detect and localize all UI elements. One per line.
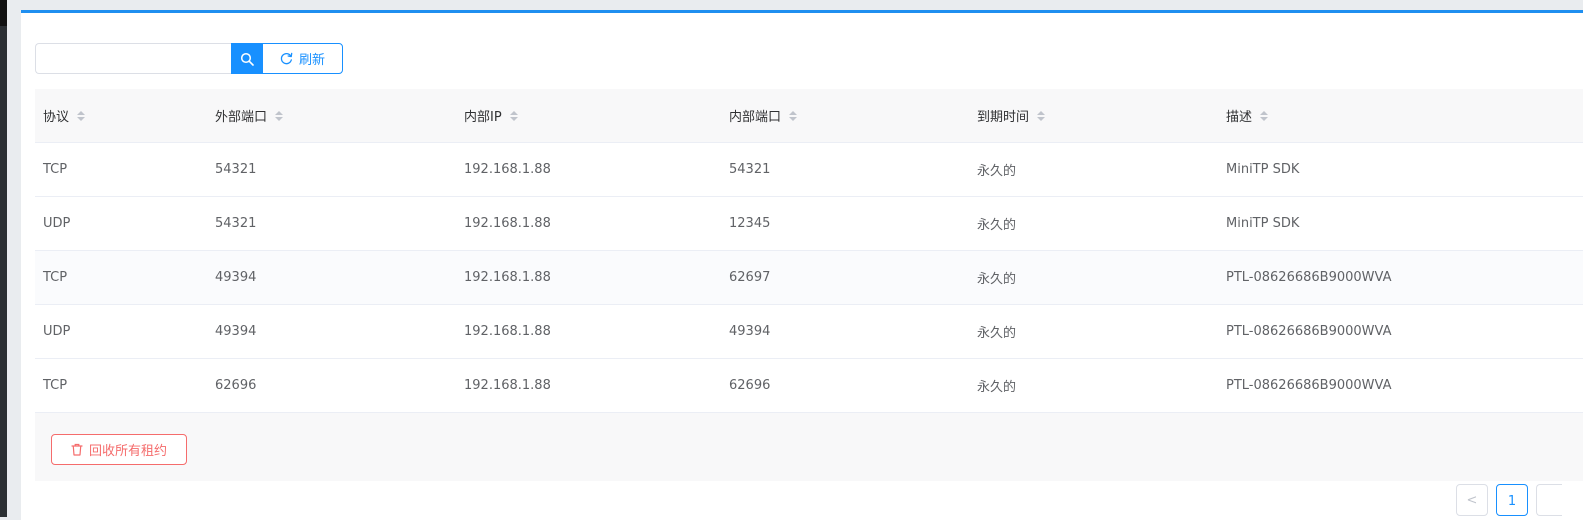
refresh-button[interactable]: 刷新 bbox=[262, 43, 343, 74]
sort-icon[interactable] bbox=[789, 110, 798, 121]
pagination-prev-button[interactable]: < bbox=[1456, 484, 1488, 516]
cell-protocol: TCP bbox=[43, 378, 68, 393]
cell-external-port: 54321 bbox=[215, 162, 257, 177]
port-mapping-table: 协议 外部端口 内部IP 内部端口 到期时间 描述 TCP 54321 192.… bbox=[35, 89, 1583, 413]
cell-external-port: 62696 bbox=[215, 378, 257, 393]
cell-protocol: TCP bbox=[43, 270, 68, 285]
cell-description: MiniTP SDK bbox=[1226, 162, 1300, 177]
cell-internal-port: 62697 bbox=[729, 270, 771, 285]
trash-icon bbox=[71, 443, 83, 456]
sort-icon[interactable] bbox=[509, 110, 518, 121]
cell-internal-port: 12345 bbox=[729, 216, 771, 231]
refresh-icon bbox=[280, 52, 293, 65]
cell-expiry: 永久的 bbox=[977, 164, 1017, 179]
cell-external-port: 54321 bbox=[215, 216, 257, 231]
cell-protocol: TCP bbox=[43, 162, 68, 177]
search-input[interactable] bbox=[35, 43, 231, 74]
refresh-label: 刷新 bbox=[298, 53, 325, 68]
pagination-next-button[interactable] bbox=[1536, 484, 1562, 516]
cell-expiry: 永久的 bbox=[977, 326, 1017, 341]
header-internal-port[interactable]: 内部端口 bbox=[721, 106, 969, 125]
table-header-row: 协议 外部端口 内部IP 内部端口 到期时间 描述 bbox=[35, 89, 1583, 143]
sort-icon[interactable] bbox=[275, 110, 284, 121]
cell-description: PTL-08626686B9000WVA bbox=[1226, 270, 1392, 285]
table-row: TCP 54321 192.168.1.88 54321 永久的 MiniTP … bbox=[35, 143, 1583, 197]
cell-external-port: 49394 bbox=[215, 270, 257, 285]
cell-internal-port: 49394 bbox=[729, 324, 771, 339]
revoke-all-leases-button[interactable]: 回收所有租约 bbox=[51, 434, 187, 465]
port-mapping-panel: 刷新 协议 外部端口 内部IP 内部端口 到期时间 描述 TCP 54321 1… bbox=[21, 10, 1583, 520]
pagination-page-button[interactable]: 1 bbox=[1496, 484, 1528, 516]
cell-description: PTL-08626686B9000WVA bbox=[1226, 324, 1392, 339]
cell-expiry: 永久的 bbox=[977, 380, 1017, 395]
cell-internal-ip: 192.168.1.88 bbox=[464, 378, 551, 393]
cell-description: PTL-08626686B9000WVA bbox=[1226, 378, 1392, 393]
search-icon bbox=[240, 52, 254, 66]
sort-icon[interactable] bbox=[1037, 110, 1046, 121]
header-protocol[interactable]: 协议 bbox=[35, 106, 207, 125]
cell-internal-ip: 192.168.1.88 bbox=[464, 270, 551, 285]
cell-internal-port: 54321 bbox=[729, 162, 771, 177]
cell-internal-port: 62696 bbox=[729, 378, 771, 393]
header-description[interactable]: 描述 bbox=[1218, 106, 1583, 125]
table-footer: 回收所有租约 bbox=[35, 413, 1583, 481]
window-edge-highlight bbox=[0, 0, 7, 26]
cell-external-port: 49394 bbox=[215, 324, 257, 339]
cell-protocol: UDP bbox=[43, 324, 71, 339]
header-expiry[interactable]: 到期时间 bbox=[969, 106, 1218, 125]
cell-internal-ip: 192.168.1.88 bbox=[464, 324, 551, 339]
window-edge bbox=[0, 0, 7, 517]
table-row: TCP 49394 192.168.1.88 62697 永久的 PTL-086… bbox=[35, 251, 1583, 305]
chevron-left-icon: < bbox=[1466, 492, 1478, 508]
sort-icon[interactable] bbox=[77, 110, 86, 121]
header-internal-ip[interactable]: 内部IP bbox=[456, 106, 721, 125]
page-number: 1 bbox=[1507, 494, 1517, 509]
table-row: UDP 54321 192.168.1.88 12345 永久的 MiniTP … bbox=[35, 197, 1583, 251]
table-row: TCP 62696 192.168.1.88 62696 永久的 PTL-086… bbox=[35, 359, 1583, 413]
sort-icon[interactable] bbox=[1260, 110, 1269, 121]
cell-expiry: 永久的 bbox=[977, 218, 1017, 233]
cell-protocol: UDP bbox=[43, 216, 71, 231]
header-external-port[interactable]: 外部端口 bbox=[207, 106, 456, 125]
table-row: UDP 49394 192.168.1.88 49394 永久的 PTL-086… bbox=[35, 305, 1583, 359]
revoke-all-leases-label: 回收所有租约 bbox=[88, 444, 167, 459]
cell-internal-ip: 192.168.1.88 bbox=[464, 216, 551, 231]
cell-expiry: 永久的 bbox=[977, 272, 1017, 287]
search-button[interactable] bbox=[231, 43, 262, 74]
cell-description: MiniTP SDK bbox=[1226, 216, 1300, 231]
cell-internal-ip: 192.168.1.88 bbox=[464, 162, 551, 177]
